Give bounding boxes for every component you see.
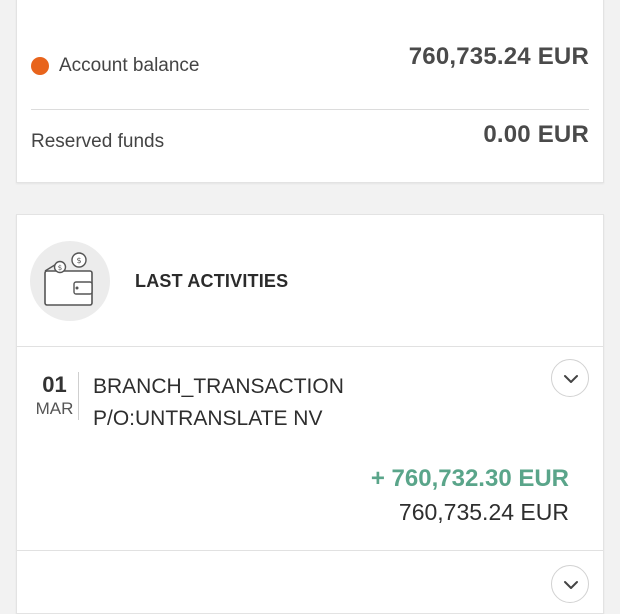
expand-transaction-button[interactable] — [551, 359, 589, 397]
activities-title: LAST ACTIVITIES — [135, 271, 289, 291]
balance-card: Account balance 760,735.24 EUR Reserved … — [16, 0, 604, 183]
account-status-dot — [31, 57, 49, 75]
svg-text:$: $ — [76, 256, 81, 265]
reserved-funds-amount: 0.00 EUR — [483, 121, 589, 148]
svg-text:$: $ — [58, 264, 62, 272]
transaction-day: 01 — [42, 372, 67, 397]
wallet-icon: $ $ — [30, 241, 110, 321]
activities-header: $ $ LAST ACTIVITIES — [17, 215, 603, 347]
chevron-down-icon — [564, 581, 578, 589]
transaction-amount: + 760,732.30 EUR — [370, 465, 569, 492]
transaction-date: 01 MAR — [31, 372, 79, 420]
reserved-funds-row: Reserved funds 0.00 EUR — [31, 121, 589, 153]
account-balance-row: Account balance 760,735.24 EUR — [31, 43, 589, 77]
expand-next-transaction-button[interactable] — [551, 565, 589, 603]
activities-card: $ $ LAST ACTIVITIES 01 MAR BRANCH_TRANSA… — [16, 214, 604, 614]
chevron-down-icon — [564, 375, 578, 383]
account-balance-label-group: Account balance — [31, 55, 200, 77]
account-balance-label: Account balance — [59, 55, 200, 76]
transaction-balance-after: 760,735.24 EUR — [398, 499, 569, 525]
account-balance-amount: 760,735.24 EUR — [408, 43, 589, 70]
reserved-funds-label: Reserved funds — [31, 131, 165, 152]
divider — [31, 109, 589, 110]
transaction-month: MAR — [35, 399, 74, 418]
transaction-description: BRANCH_TRANSACTION P/O:UNTRANSLATE NV — [93, 375, 344, 430]
transaction-row[interactable]: 01 MAR BRANCH_TRANSACTION P/O:UNTRANSLAT… — [17, 347, 603, 551]
